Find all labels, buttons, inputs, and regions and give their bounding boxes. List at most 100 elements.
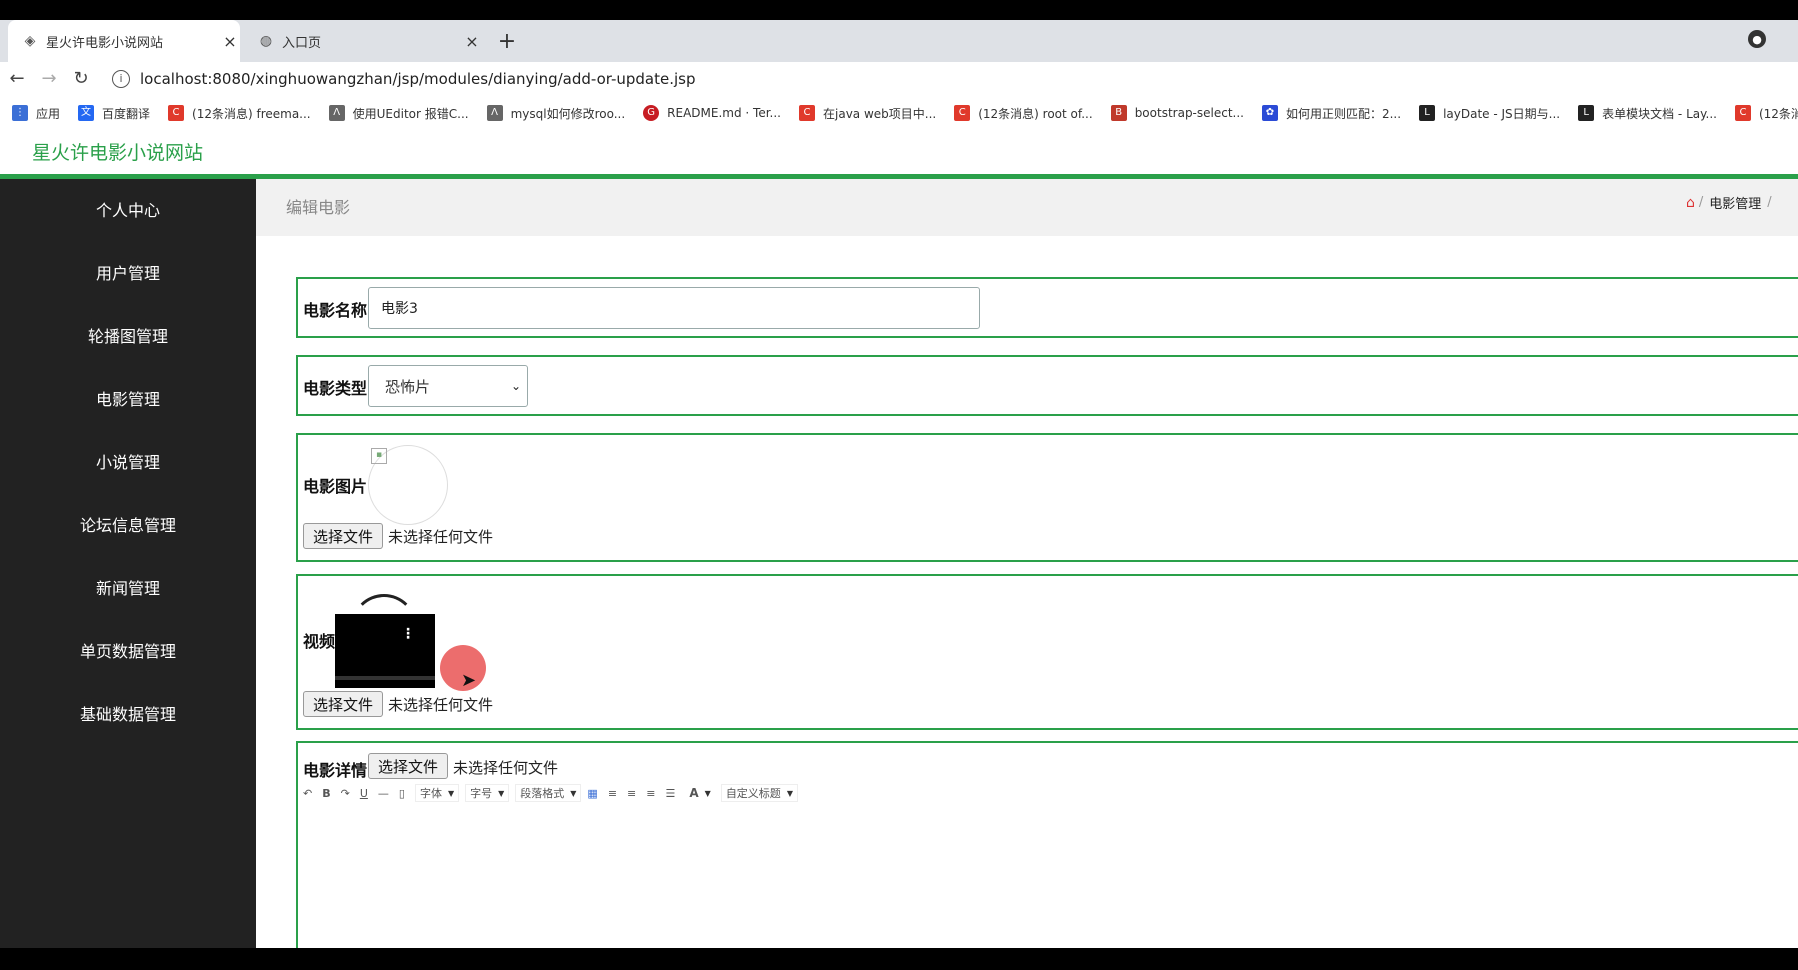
home-icon[interactable]: ⌂ <box>1686 195 1695 211</box>
table-icon[interactable]: ▦ <box>587 787 597 800</box>
bookmark-item[interactable]: 文百度翻译 <box>78 105 150 122</box>
align-right-icon[interactable]: ≡ <box>627 787 636 800</box>
form-row-video: 视频 ⋮ 选择文件 未选择任何文件 <box>296 574 1798 730</box>
dropdown-icon: ▼ <box>786 788 793 798</box>
horizontal-rule-icon[interactable]: — <box>378 787 389 800</box>
bookmark-item[interactable]: Λmysql如何修改roo... <box>486 105 625 122</box>
detail-file-button[interactable]: 选择文件 <box>368 753 448 779</box>
undo-icon[interactable]: ↶ <box>303 787 312 800</box>
font-color-dropdown[interactable]: A ▼ <box>685 786 714 800</box>
bold-icon[interactable]: B <box>322 787 330 800</box>
dropdown-icon: ▼ <box>447 788 455 798</box>
forward-icon[interactable]: → <box>38 68 60 90</box>
video-file-status: 未选择任何文件 <box>388 696 494 714</box>
video-file-button[interactable]: 选择文件 <box>303 691 383 717</box>
bookmark-icon: C <box>168 105 185 121</box>
paragraph-format-dropdown[interactable]: 段落格式 ▼ <box>515 784 582 802</box>
bookmark-item[interactable]: Λ 使用UEditor 报错C... <box>328 105 469 122</box>
site-brand[interactable]: 星火许电影小说网站 <box>32 130 203 176</box>
form-row-name: 电影名称 电影3 <box>296 277 1798 338</box>
globe-icon: ◍ <box>259 33 273 49</box>
screen: ◈ 星火许电影小说网站 × ◍ 入口页 × + ● ← → ↻ i localh… <box>0 0 1798 970</box>
movie-image-preview: ▪ <box>368 445 448 525</box>
new-tab-button[interactable]: + <box>494 20 520 62</box>
sidebar-item-forum[interactable]: 论坛信息管理 <box>0 494 256 557</box>
redo-icon[interactable]: ↷ <box>341 787 350 800</box>
sidebar-item-single-page[interactable]: 单页数据管理 <box>0 620 256 683</box>
bookmark-item[interactable]: C 在java web项目中... <box>799 105 936 122</box>
sidebar-item-users[interactable]: 用户管理 <box>0 242 256 305</box>
sidebar: 个人中心 用户管理 轮播图管理 电影管理 小说管理 论坛信息管理 新闻管理 单页… <box>0 179 256 948</box>
tab-title: 入口页 <box>282 35 322 51</box>
bookmark-item[interactable]: C(12条消息) 关于lay <box>1734 105 1798 122</box>
editor-toolbar: ↶ B ↷ U — ▯ 字体 ▼ 字号 ▼ 段落格式 ▼ ▦ ≡ ≡ ≡ ☰ A ▼ 自… <box>303 779 804 807</box>
screen-bottom-band <box>0 948 1798 970</box>
sidebar-item-movies[interactable]: 电影管理 <box>0 368 256 431</box>
bookmark-item[interactable]: ✿ 如何用正则匹配：2... <box>1261 105 1401 122</box>
info-icon[interactable]: i <box>112 70 130 88</box>
image-label: 电影图片 <box>303 477 368 496</box>
bookmark-item[interactable]: ⋮ 应用 <box>12 105 60 122</box>
dropdown-icon: ▼ <box>570 788 577 798</box>
mouse-cursor-icon: ➤ <box>461 670 477 691</box>
bookmark-icon: ✿ <box>1261 105 1278 121</box>
more-options-icon[interactable]: ⋮ <box>401 626 415 642</box>
justify-icon[interactable]: ☰ <box>665 787 675 800</box>
tab-bar: ◈ 星火许电影小说网站 × ◍ 入口页 × <box>0 20 1798 62</box>
bookmark-item[interactable]: G README.md · Ter... <box>643 105 781 121</box>
font-family-dropdown[interactable]: 字体 ▼ <box>414 784 460 802</box>
sidebar-item-base-data[interactable]: 基础数据管理 <box>0 683 256 746</box>
page: 星火许电影小说网站 个人中心 用户管理 轮播图管理 电影管理 小说管理 论坛信息… <box>0 130 1798 948</box>
video-player[interactable]: ⋮ <box>335 594 435 688</box>
bookmark-item[interactable]: LlayDate - JS日期与... <box>1419 105 1560 122</box>
font-size-dropdown[interactable]: 字号 ▼ <box>465 784 510 802</box>
detail-file-status: 未选择任何文件 <box>453 759 559 777</box>
bookmark-icon: B <box>1110 105 1127 121</box>
sidebar-item-news[interactable]: 新闻管理 <box>0 557 256 620</box>
main-content: 编辑电影 ⌂ / 电影管理 / 电影名称 电影3 电影类型 恐怖片 ⌄ 电影图片… <box>256 179 1798 948</box>
tab-inactive[interactable]: ◍ 入口页 × <box>244 20 482 62</box>
align-center-icon[interactable]: ≡ <box>646 787 655 800</box>
video-progress-bar[interactable] <box>335 676 435 680</box>
bookmark-icon: Λ <box>328 105 345 121</box>
detail-label: 电影详情 <box>303 761 368 780</box>
underline-icon[interactable]: U <box>360 787 368 800</box>
align-left-icon[interactable]: ≡ <box>608 787 617 800</box>
url-text: localhost:8080/xinghuowangzhan/jsp/modul… <box>140 70 696 88</box>
profile-icon[interactable]: ● <box>1748 30 1766 48</box>
close-icon[interactable]: × <box>220 32 240 51</box>
bookmark-icon: 文 <box>78 105 95 121</box>
bookmark-item[interactable]: L 表单模块文档 - Lay... <box>1578 105 1717 122</box>
reload-icon[interactable]: ↻ <box>70 68 92 90</box>
bookmarks-bar: ⋮ 应用 文百度翻译 C (12条消息) freema... Λ 使用UEditor … <box>0 96 1798 130</box>
bookmark-item[interactable]: C (12条消息) freema... <box>168 105 311 122</box>
sidebar-item-novels[interactable]: 小说管理 <box>0 431 256 494</box>
back-icon[interactable]: ← <box>6 68 28 90</box>
close-icon[interactable]: × <box>462 32 482 51</box>
tab-active[interactable]: ◈ 星火许电影小说网站 × <box>8 20 240 62</box>
name-input[interactable]: 电影3 <box>368 287 980 329</box>
custom-heading-dropdown[interactable]: 自定义标题 ▼ <box>720 784 798 802</box>
bookmark-icon: L <box>1578 105 1595 121</box>
bookmark-item[interactable]: C (12条消息) root of... <box>954 105 1093 122</box>
page-title: 编辑电影 <box>286 198 351 217</box>
apps-icon: ⋮ <box>12 105 28 121</box>
sidebar-item-carousel[interactable]: 轮播图管理 <box>0 305 256 368</box>
bookmark-item[interactable]: Bbootstrap-select... <box>1110 105 1244 121</box>
screen-top-band <box>0 0 1798 20</box>
content-header: 编辑电影 ⌂ / 电影管理 / <box>256 179 1798 236</box>
editor-body[interactable] <box>300 813 1798 948</box>
breadcrumb-item[interactable]: 电影管理 <box>1709 193 1761 212</box>
image-file-status: 未选择任何文件 <box>388 528 494 546</box>
broken-image-icon: ▪ <box>371 448 387 464</box>
chevron-down-icon: ⌄ <box>510 379 521 393</box>
type-label: 电影类型 <box>303 379 368 398</box>
image-file-button[interactable]: 选择文件 <box>303 523 383 549</box>
bookmark-icon: C <box>799 105 815 121</box>
address-bar[interactable]: i localhost:8080/xinghuowangzhan/jsp/mod… <box>112 67 696 91</box>
type-select[interactable]: 恐怖片 ⌄ <box>368 365 528 407</box>
name-label: 电影名称 <box>303 301 368 320</box>
breadcrumb: ⌂ / 电影管理 / <box>1686 193 1772 213</box>
clear-format-icon[interactable]: ▯ <box>399 787 405 800</box>
sidebar-item-profile[interactable]: 个人中心 <box>0 179 256 242</box>
